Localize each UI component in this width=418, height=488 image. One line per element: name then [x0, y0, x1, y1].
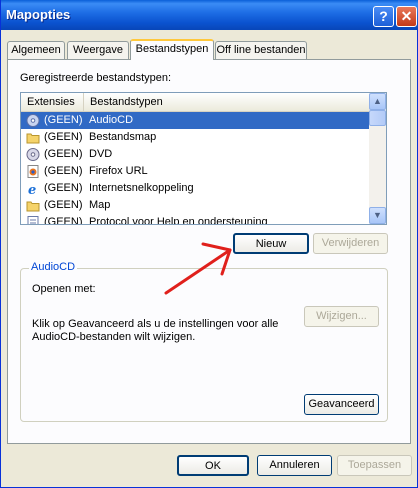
list-item-ext: (GEEN)	[44, 148, 83, 160]
list-item-type: Protocol voor Help en ondersteuning	[89, 216, 268, 225]
details-title: AudioCD	[29, 261, 78, 273]
scroll-down-icon[interactable]: ▼	[369, 207, 386, 224]
list-item-type: Internetsnelkoppeling	[89, 182, 194, 194]
window-title: Mapopties	[6, 7, 71, 22]
registered-types-label: Geregistreerde bestandstypen:	[20, 72, 172, 84]
vertical-scrollbar[interactable]: ▲ ▼	[369, 93, 386, 224]
list-item-ext: (GEEN)	[44, 182, 83, 194]
folder-icon	[26, 133, 40, 144]
details-groupbox: AudioCD Openen met: Wijzigen... Klik op …	[20, 261, 388, 422]
title-bar[interactable]: Mapopties ? ✕	[1, 0, 418, 30]
cd-icon	[26, 114, 40, 127]
advanced-button[interactable]: Geavanceerd	[304, 394, 379, 415]
change-button[interactable]: Wijzigen...	[304, 306, 379, 327]
list-item-firefox-url[interactable]: (GEEN) Firefox URL	[21, 163, 371, 180]
description-line-2: AudioCD-bestanden wilt wijzigen.	[32, 331, 196, 343]
cancel-button[interactable]: Annuleren	[257, 455, 332, 476]
close-button[interactable]: ✕	[396, 6, 417, 27]
list-item-type: AudioCD	[89, 114, 134, 126]
list-rows: (GEEN) AudioCD (GEEN) Bestandsmap (GEEN)…	[21, 112, 371, 225]
list-item-ext: (GEEN)	[44, 199, 83, 211]
list-item-type: Map	[89, 199, 111, 211]
ie-icon: e	[28, 183, 36, 195]
ok-button[interactable]: OK	[177, 455, 249, 476]
list-item-ext: (GEEN)	[44, 114, 83, 126]
tab-panel: Geregistreerde bestandstypen: Extensies …	[7, 59, 411, 444]
folder-icon	[26, 201, 40, 212]
list-item-ext: (GEEN)	[44, 216, 83, 225]
folder-options-window: Mapopties ? ✕ Algemeen Weergave Bestands…	[0, 0, 418, 488]
cd-icon	[26, 148, 40, 161]
svg-text:e: e	[28, 183, 36, 195]
list-item-ext: (GEEN)	[44, 131, 83, 143]
firefox-icon	[27, 165, 39, 178]
file-types-list[interactable]: Extensies Bestandstypen (GEEN) AudioCD (…	[20, 92, 387, 225]
doc-icon	[27, 216, 39, 224]
list-item-map[interactable]: (GEEN) Map	[21, 197, 371, 214]
open-with-label: Openen met:	[32, 283, 96, 295]
apply-button[interactable]: Toepassen	[337, 455, 412, 476]
list-item-type: DVD	[89, 148, 113, 160]
list-item-protocol-help[interactable]: (GEEN) Protocol voor Help en ondersteuni…	[21, 214, 371, 225]
tab-weergave[interactable]: Weergave	[67, 41, 129, 59]
column-header-bestandstypen[interactable]: Bestandstypen	[84, 93, 371, 112]
new-button[interactable]: Nieuw	[233, 233, 309, 254]
delete-button[interactable]: Verwijderen	[313, 233, 388, 254]
list-header: Extensies Bestandstypen	[21, 93, 371, 112]
list-item-ext: (GEEN)	[44, 165, 83, 177]
scroll-thumb[interactable]	[369, 110, 386, 126]
list-item-type: Bestandsmap	[89, 131, 157, 143]
list-item-internetsnelkoppeling[interactable]: e (GEEN) Internetsnelkoppeling	[21, 180, 371, 197]
list-item-dvd[interactable]: (GEEN) DVD	[21, 146, 371, 163]
tab-algemeen[interactable]: Algemeen	[7, 41, 65, 59]
tab-offline-bestanden[interactable]: Off line bestanden	[215, 41, 307, 59]
list-item-audiocd[interactable]: (GEEN) AudioCD	[21, 112, 371, 129]
list-item-bestandsmap[interactable]: (GEEN) Bestandsmap	[21, 129, 371, 146]
help-button[interactable]: ?	[373, 6, 394, 27]
list-item-type: Firefox URL	[89, 165, 148, 177]
column-header-extensies[interactable]: Extensies	[21, 93, 84, 112]
description-line-1: Klik op Geavanceerd als u de instellinge…	[32, 318, 279, 330]
tab-bestandstypen[interactable]: Bestandstypen	[130, 39, 214, 60]
scroll-up-icon[interactable]: ▲	[369, 93, 386, 110]
